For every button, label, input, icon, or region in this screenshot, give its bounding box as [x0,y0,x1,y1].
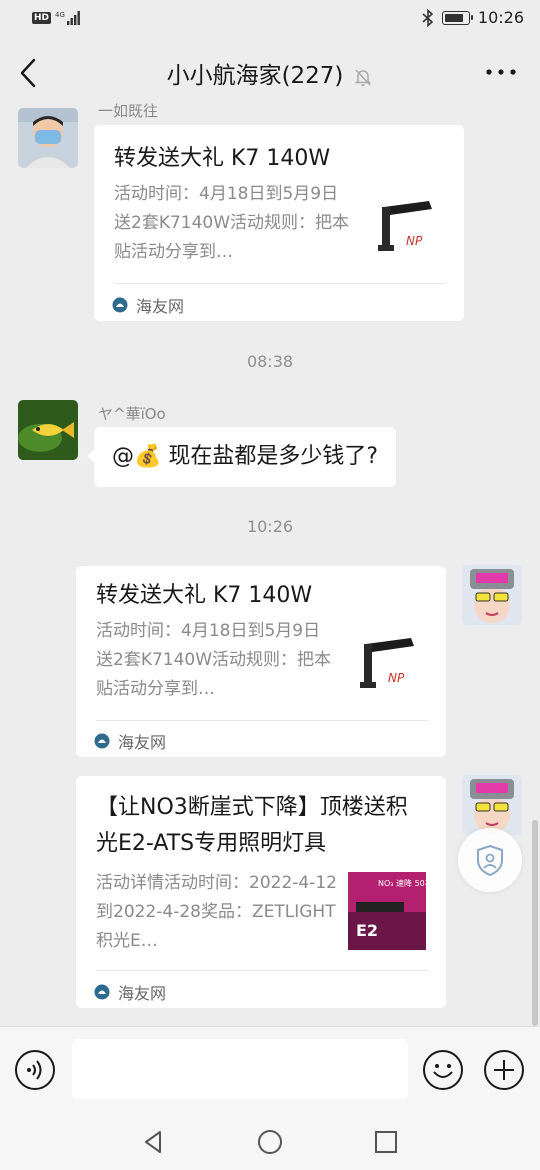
nav-recents-button[interactable] [372,1128,400,1156]
bluetooth-icon [422,8,434,27]
card-description: 活动时间：4月18日到5月9日送2套K7140W活动规则：把本贴活动分享到… [114,184,350,262]
more-button[interactable] [484,62,518,82]
card-description: 活动详情活动时间：2022-4-12到2022-4-28奖品：ZETLIGHT积… [96,873,337,951]
chat-title-text: 小小航海家(227) [166,63,344,89]
shield-user-icon [477,844,503,877]
nav-home-button[interactable] [256,1128,284,1156]
avatar-self[interactable] [462,775,522,835]
card-source: 海友网 [94,729,166,753]
square-recents-icon [375,1131,397,1153]
network-type: 4G [55,11,65,19]
triangle-back-icon [145,1131,161,1153]
nav-back-button[interactable] [140,1128,168,1156]
sender-name-1: 一如既往 [98,102,159,120]
e2-lamp-thumbnail: NO₃ 速降 50不费用 E2 [348,872,426,950]
card-source-name: 海友网 [118,733,167,752]
card-source-name: 海友网 [136,297,185,316]
card-divider [96,970,428,971]
chat-title: 小小航海家(227) [0,56,540,90]
scrollbar[interactable] [532,820,538,1026]
link-card-1[interactable]: 转发送大礼 K7 140W 活动时间：4月18日到5月9日送2套K7140W活动… [94,125,464,321]
haiyou-logo-icon [112,297,128,313]
text-message-2[interactable]: @💰 现在盐都是多少钱了? [86,427,397,487]
svg-text:NP: NP [388,671,405,685]
more-functions-button[interactable] [483,1049,525,1091]
emoji-icon [423,1050,463,1090]
link-card-3[interactable]: 【让NO3断崖式下降】顶楼送积光E2-ATS专用照明灯具 活动详情活动时间：20… [76,776,446,1008]
input-bar [0,1026,540,1113]
hd-badge: HD [32,12,52,24]
timestamp-2: 10:26 [246,517,294,536]
card-title: 转发送大礼 K7 140W [96,583,313,608]
lamp-thumbnail: NP [374,189,444,267]
sender-name-2: ヤ^華ïOo [98,405,166,423]
battery-icon [441,10,473,25]
signal-icon: 4G [55,11,80,25]
voice-button[interactable] [14,1049,56,1091]
emoji-button[interactable] [422,1049,464,1091]
bell-off-icon [355,68,372,86]
status-right: 10:26 [422,8,524,27]
avatar-self[interactable] [462,565,522,625]
card-source: 海友网 [94,980,166,1004]
haiyou-logo-icon [94,984,110,1000]
system-nav-bar [0,1112,540,1170]
avatar-sender-2[interactable] [18,400,78,460]
chat-header: 小小航海家(227) [0,38,540,108]
clock: 10:26 [477,8,524,27]
lamp-thumbnail: NP [356,626,426,704]
status-bar: HD 4G 10:26 [0,0,540,38]
battery-fill [444,13,463,22]
message-input[interactable] [72,1039,408,1099]
cartoon-avatar-image [462,775,522,835]
svg-text:NP: NP [406,234,423,248]
cartoon-avatar-image [462,565,522,625]
card-title: 转发送大礼 K7 140W [114,146,331,171]
card-source-name: 海友网 [118,984,167,1003]
card-title: 【让NO3断崖式下降】顶楼送积光E2-ATS专用照明灯具 [96,795,408,856]
fish-avatar-image [18,400,78,460]
circle-home-icon [258,1130,282,1154]
status-left: HD 4G [32,10,83,26]
voice-icon [15,1050,55,1090]
thumb-logo: E2 [356,921,378,940]
thumb-text: NO₃ 速降 50不费用 [378,878,426,888]
card-source: 海友网 [112,293,184,317]
haiyou-logo-icon [94,733,110,749]
card-description: 活动时间：4月18日到5月9日送2套K7140W活动规则：把本贴活动分享到… [96,621,332,699]
safety-shield-button[interactable] [458,828,522,892]
plus-icon [484,1050,524,1090]
avatar-sender-1[interactable] [18,108,78,168]
more-dots-icon [486,69,516,75]
card-divider [114,283,446,284]
timestamp-1: 08:38 [246,352,294,371]
child-avatar-image [18,108,78,168]
link-card-2[interactable]: 转发送大礼 K7 140W 活动时间：4月18日到5月9日送2套K7140W活动… [76,566,446,757]
card-divider [96,720,428,721]
